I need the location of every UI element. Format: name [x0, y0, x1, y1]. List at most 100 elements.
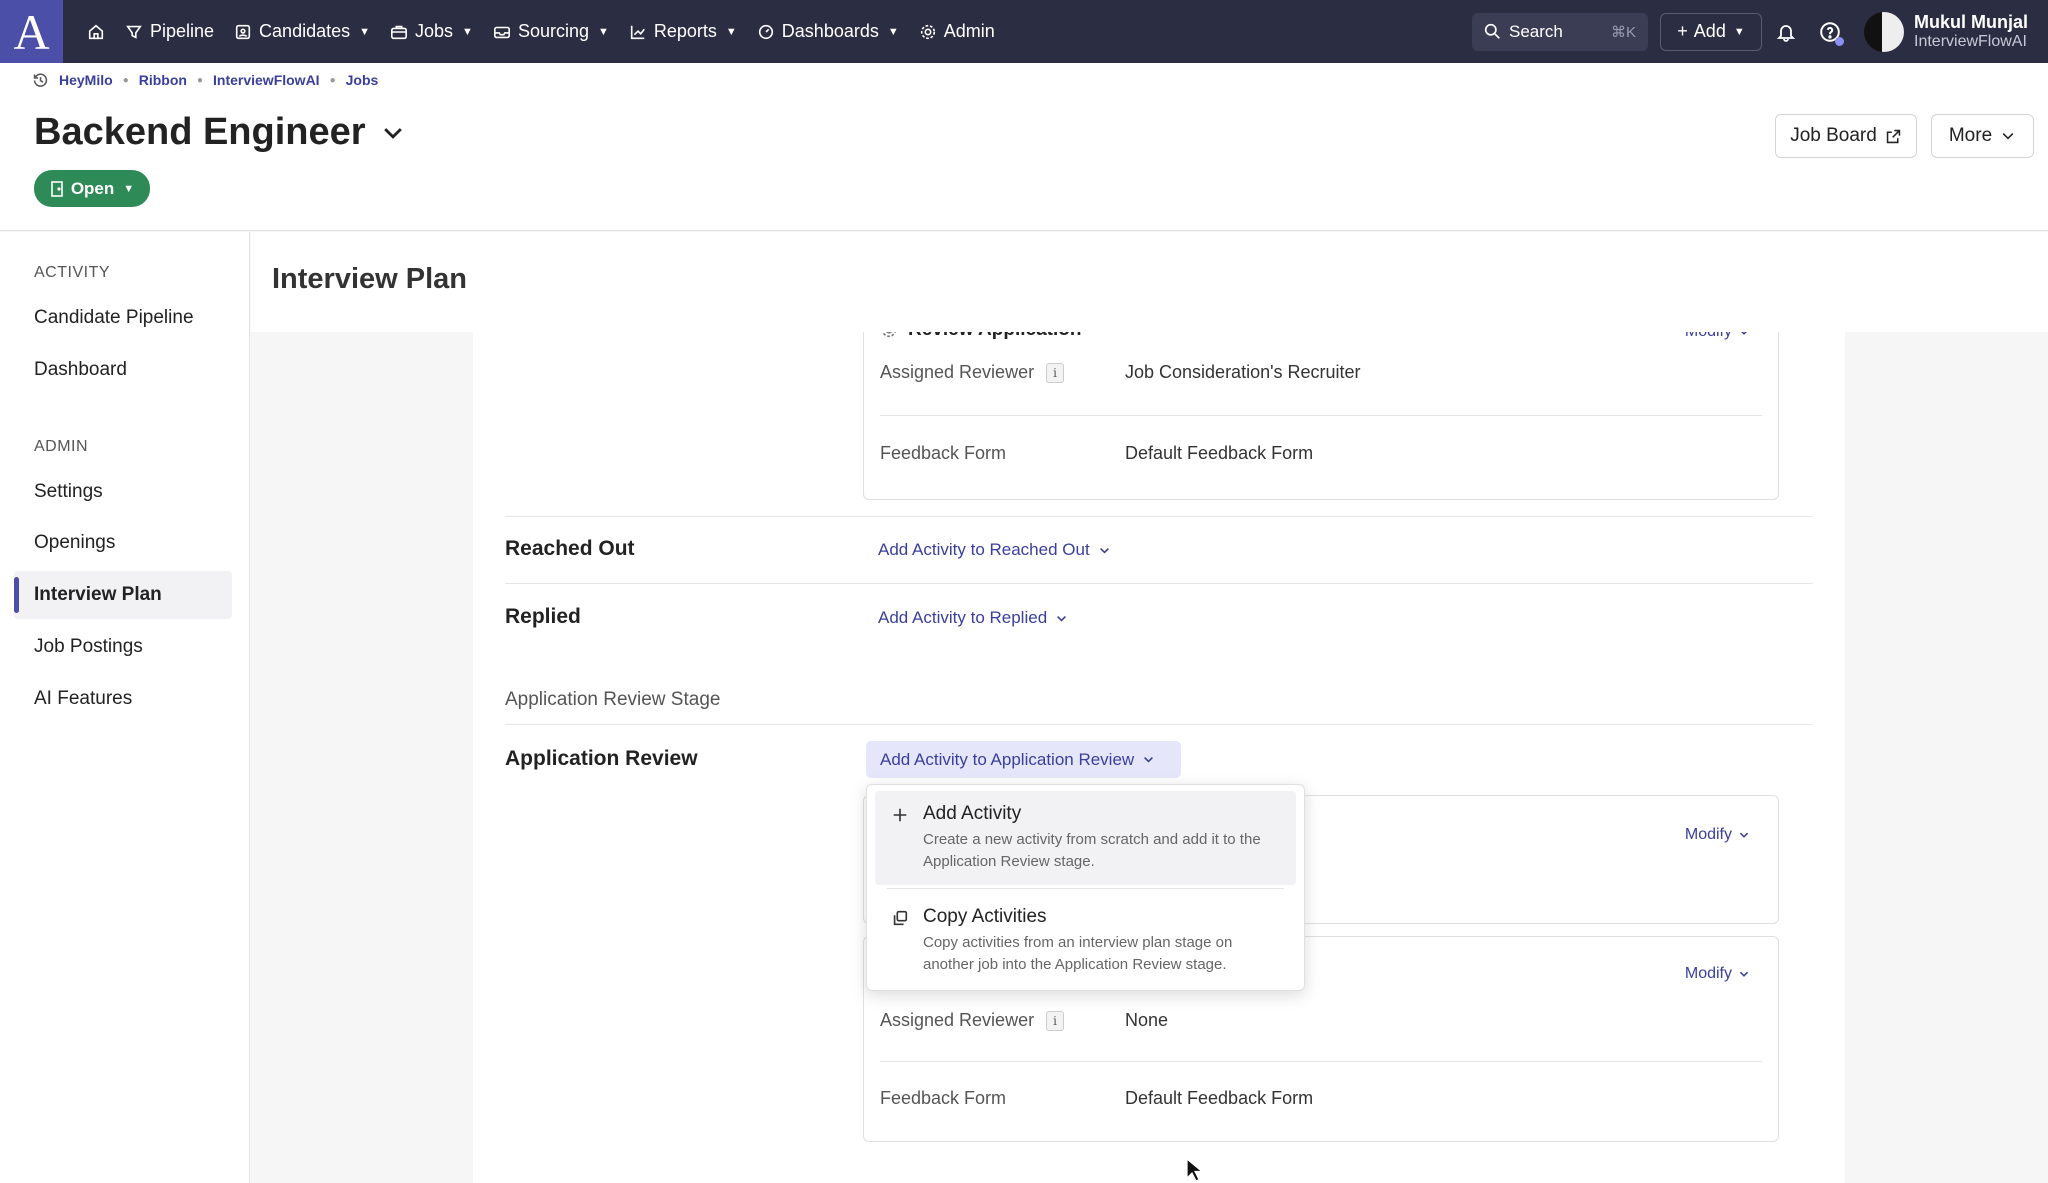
feedback-form-value: Default Feedback Form [1125, 1088, 1314, 1108]
divider [505, 583, 1813, 584]
interview-plan-title: Interview Plan [272, 263, 468, 295]
status-badge[interactable]: Open ▼ [34, 170, 150, 207]
status-label: Open [70, 178, 115, 198]
user-menu[interactable]: Mukul Munjal InterviewFlowAI [1864, 11, 2028, 52]
top-nav: A Pipeline Candidates ▼ Jobs ▼ Sourcing … [0, 0, 2048, 63]
ashby-logo[interactable]: A [0, 0, 63, 63]
chevron-down-icon [383, 127, 402, 139]
menu-item-title: Add Activity [923, 803, 1022, 824]
add-button-label: Add [1693, 21, 1726, 41]
add-activity-replied-button[interactable]: Add Activity to Replied [878, 608, 1068, 628]
breadcrumb-separator: ● [329, 74, 336, 86]
filter-icon [126, 25, 142, 39]
search-shortcut: ⌘K [1610, 23, 1636, 41]
search-icon [1484, 23, 1500, 39]
job-title-dropdown[interactable]: Backend Engineer [34, 111, 406, 154]
reviewer-row: Assigned Reviewer i Job Consideration's … [880, 335, 1762, 410]
info-icon[interactable]: i [1046, 1010, 1065, 1031]
door-icon [51, 180, 63, 197]
add-activity-application-review-button[interactable]: Add Activity to Application Review [866, 741, 1181, 778]
menu-item-title: Copy Activities [923, 906, 1047, 927]
modify-button[interactable]: Modify [1685, 826, 1750, 844]
sidebar-item-dashboard[interactable]: Dashboard [14, 346, 232, 394]
copy-icon [893, 910, 908, 926]
nav-dashboards[interactable]: Dashboards ▼ [747, 0, 909, 63]
sidebar-item-openings[interactable]: Openings [14, 519, 232, 567]
nav-reports[interactable]: Reports ▼ [619, 0, 747, 63]
stage-application-review: Application Review [505, 747, 698, 770]
breadcrumb-jobs[interactable]: Jobs [346, 72, 379, 88]
plus-icon: + [1677, 21, 1688, 41]
reviewer-value: Job Consideration's Recruiter [1125, 362, 1361, 382]
notifications-bell-icon[interactable] [1766, 12, 1806, 52]
nav-admin[interactable]: Admin [909, 0, 1005, 63]
feedback-form-label: Feedback Form [880, 443, 1007, 463]
gauge-icon [758, 24, 773, 39]
add-button[interactable]: + Add ▼ [1660, 12, 1762, 51]
nav-sourcing-label: Sourcing [517, 21, 589, 41]
add-activity-reached-out-button[interactable]: Add Activity to Reached Out [878, 540, 1111, 560]
modify-label: Modify [1684, 826, 1732, 843]
sidebar-item-candidate-pipeline[interactable]: Candidate Pipeline [14, 294, 232, 342]
reviewer-row: Assigned Reviewer i None [880, 983, 1762, 1058]
nav-sourcing[interactable]: Sourcing ▼ [483, 0, 619, 63]
reviewer-label: Assigned Reviewer i [880, 1010, 1125, 1031]
nav-right: Search ⌘K + Add ▼ Mukul Munjal Interview… [1472, 0, 2048, 63]
chevron-down-icon: ▼ [1733, 25, 1745, 38]
modify-button[interactable]: Modify [1685, 965, 1750, 983]
job-board-button[interactable]: Job Board [1775, 114, 1917, 158]
breadcrumb: HeyMilo ● Ribbon ● InterviewFlowAI ● Job… [0, 63, 2048, 97]
section-label-application-review-stage: Application Review Stage [505, 689, 721, 710]
search-input[interactable]: Search ⌘K [1472, 12, 1648, 51]
mouse-cursor-icon [1186, 1158, 1202, 1182]
page-title: Backend Engineer [34, 111, 366, 153]
activity-card-review-application: Review Application Modify Assigned Revie… [863, 332, 1779, 500]
sidebar-item-ai-features[interactable]: AI Features [14, 675, 232, 723]
user-org: InterviewFlowAI [1914, 33, 2027, 50]
divider [887, 888, 1284, 889]
nav-dashboards-label: Dashboards [781, 21, 879, 41]
breadcrumb-ribbon[interactable]: Ribbon [139, 72, 187, 88]
modify-label: Modify [1684, 965, 1732, 982]
nav-admin-label: Admin [943, 21, 995, 41]
more-label: More [1948, 125, 1993, 146]
feedback-form-label: Feedback Form [880, 1088, 1007, 1108]
chevron-down-icon [2002, 133, 2014, 140]
interview-plan-content[interactable]: Review Application Modify Assigned Revie… [473, 332, 1845, 1183]
chevron-down-icon [1739, 832, 1749, 838]
search-label: Search [1509, 21, 1563, 41]
nav-candidates-label: Candidates [259, 21, 351, 41]
breadcrumb-interviewflowai[interactable]: InterviewFlowAI [213, 72, 320, 88]
add-activity-replied-label: Add Activity to Replied [878, 608, 1048, 627]
gear-icon [920, 24, 935, 39]
menu-item-description: Create a new activity from scratch and a… [923, 831, 1261, 870]
chevron-down-icon: ▼ [359, 25, 371, 38]
menu-item-copy-activities[interactable]: Copy Activities Copy activities from an … [875, 894, 1296, 988]
history-icon[interactable] [32, 72, 49, 89]
home-icon[interactable] [77, 0, 115, 63]
breadcrumb-heymilo[interactable]: HeyMilo [59, 72, 113, 88]
help-icon[interactable] [1810, 12, 1850, 52]
nav-pipeline[interactable]: Pipeline [115, 0, 224, 63]
reviewer-label-text: Assigned Reviewer [880, 362, 1035, 382]
sidebar-item-interview-plan[interactable]: Interview Plan [14, 571, 232, 619]
chevron-down-icon [1099, 547, 1109, 554]
menu-item-add-activity[interactable]: Add Activity Create a new activity from … [875, 791, 1296, 885]
sidebar-item-settings[interactable]: Settings [14, 468, 232, 516]
chevron-down-icon [1057, 615, 1067, 622]
job-board-label: Job Board [1790, 125, 1877, 146]
avatar [1864, 11, 1904, 52]
nav-menu: Pipeline Candidates ▼ Jobs ▼ Sourcing ▼ … [77, 0, 1005, 63]
chart-icon [630, 25, 645, 39]
add-activity-dropdown-menu: Add Activity Create a new activity from … [866, 784, 1305, 991]
page-title-bar: Interview Plan [251, 232, 2048, 332]
nav-candidates[interactable]: Candidates ▼ [224, 0, 380, 63]
plus-icon [893, 808, 907, 822]
reviewer-value: None [1125, 1010, 1169, 1030]
info-icon[interactable]: i [1046, 362, 1065, 383]
sidebar-item-job-postings[interactable]: Job Postings [14, 623, 232, 671]
chevron-down-icon: ▼ [725, 25, 737, 38]
more-button[interactable]: More [1931, 114, 2034, 158]
nav-jobs[interactable]: Jobs ▼ [380, 0, 483, 63]
user-name: Mukul Munjal [1914, 12, 2028, 32]
